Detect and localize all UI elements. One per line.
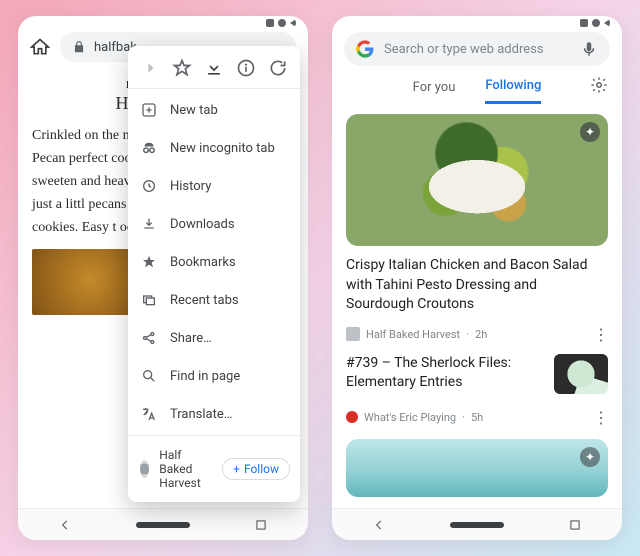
menu-label: Bookmarks bbox=[170, 255, 236, 270]
home-pill[interactable] bbox=[450, 522, 504, 528]
menu-translate[interactable]: Translate… bbox=[128, 395, 300, 433]
phone-right: Search or type web address For you Follo… bbox=[332, 16, 622, 540]
card-image[interactable]: ✦ bbox=[346, 439, 608, 497]
home-pill[interactable] bbox=[136, 522, 190, 528]
search-placeholder: Search or type web address bbox=[384, 42, 544, 57]
menu-incognito[interactable]: New incognito tab bbox=[128, 129, 300, 167]
system-nav-bar bbox=[332, 508, 622, 540]
menu-label: Downloads bbox=[170, 217, 235, 232]
overview-icon[interactable] bbox=[568, 518, 582, 532]
menu-label: New incognito tab bbox=[170, 141, 275, 156]
menu-label: Find in page bbox=[170, 369, 240, 384]
plus-icon bbox=[140, 101, 158, 119]
bookmark-star-icon bbox=[140, 253, 158, 271]
site-name: Half Baked Harvest bbox=[159, 448, 212, 490]
card-title: #739 – The Sherlock Files: Elementary En… bbox=[346, 354, 544, 393]
tab-for-you[interactable]: For you bbox=[413, 80, 456, 103]
share-icon bbox=[140, 329, 158, 347]
menu-find[interactable]: Find in page bbox=[128, 357, 300, 395]
menu-label: Translate… bbox=[170, 407, 232, 422]
menu-share[interactable]: Share… bbox=[128, 319, 300, 357]
plus-small-icon: + bbox=[233, 462, 240, 476]
overflow-menu: New tab New incognito tab History Downlo… bbox=[128, 46, 300, 502]
incognito-icon bbox=[140, 139, 158, 157]
follow-label: Follow bbox=[244, 462, 279, 476]
save-pin-icon[interactable]: ✦ bbox=[580, 447, 600, 467]
card-source-row: What's Eric Playing · 5h ⋮ bbox=[346, 408, 608, 427]
gear-icon[interactable] bbox=[590, 76, 608, 94]
card-title[interactable]: Crispy Italian Chicken and Bacon Salad w… bbox=[346, 256, 608, 315]
lock-icon bbox=[72, 40, 86, 54]
home-icon[interactable] bbox=[30, 37, 50, 57]
source-age: 5h bbox=[471, 411, 483, 424]
translate-icon bbox=[140, 405, 158, 423]
menu-recent-tabs[interactable]: Recent tabs bbox=[128, 281, 300, 319]
forward-icon[interactable] bbox=[140, 58, 160, 78]
find-icon bbox=[140, 367, 158, 385]
save-pin-icon[interactable]: ✦ bbox=[580, 122, 600, 142]
feed-tabs: For you Following bbox=[332, 68, 622, 104]
source-age: 2h bbox=[475, 328, 487, 341]
recent-tabs-icon bbox=[140, 291, 158, 309]
menu-history[interactable]: History bbox=[128, 167, 300, 205]
tab-following[interactable]: Following bbox=[485, 78, 541, 104]
site-favicon-icon bbox=[140, 460, 149, 478]
mic-icon[interactable] bbox=[580, 40, 598, 58]
info-icon[interactable] bbox=[236, 58, 256, 78]
card-row[interactable]: #739 – The Sherlock Files: Elementary En… bbox=[346, 354, 608, 394]
feed: ✦ Crispy Italian Chicken and Bacon Salad… bbox=[332, 104, 622, 497]
status-bar bbox=[332, 16, 622, 24]
source-name: What's Eric Playing bbox=[364, 411, 456, 424]
download-icon[interactable] bbox=[204, 58, 224, 78]
star-icon[interactable] bbox=[172, 58, 192, 78]
menu-bookmarks[interactable]: Bookmarks bbox=[128, 243, 300, 281]
status-bar bbox=[18, 16, 308, 24]
source-favicon-icon bbox=[346, 327, 360, 341]
card-thumb bbox=[554, 354, 608, 394]
system-nav-bar bbox=[18, 508, 308, 540]
follow-button[interactable]: + Follow bbox=[222, 458, 290, 480]
menu-label: Recent tabs bbox=[170, 293, 239, 308]
overview-icon[interactable] bbox=[254, 518, 268, 532]
menu-downloads[interactable]: Downloads bbox=[128, 205, 300, 243]
phone-left: halfbak H A L F H A R Crinkled on the mi… bbox=[18, 16, 308, 540]
menu-label: New tab bbox=[170, 103, 218, 118]
source-favicon-icon bbox=[346, 411, 358, 423]
card-overflow-icon[interactable]: ⋮ bbox=[593, 408, 608, 427]
menu-label: History bbox=[170, 179, 211, 194]
download-small-icon bbox=[140, 215, 158, 233]
menu-follow-row: Half Baked Harvest + Follow bbox=[128, 438, 300, 502]
card-overflow-icon[interactable]: ⋮ bbox=[593, 325, 608, 344]
search-input[interactable]: Search or type web address bbox=[344, 32, 610, 66]
search-bar-row: Search or type web address bbox=[332, 24, 622, 68]
source-name: Half Baked Harvest bbox=[366, 328, 460, 341]
refresh-icon[interactable] bbox=[268, 58, 288, 78]
history-icon bbox=[140, 177, 158, 195]
card-image[interactable]: ✦ bbox=[346, 114, 608, 246]
card-source-row: Half Baked Harvest · 2h ⋮ bbox=[346, 325, 608, 344]
back-icon[interactable] bbox=[372, 518, 386, 532]
back-icon[interactable] bbox=[58, 518, 72, 532]
google-logo-icon bbox=[356, 40, 374, 58]
menu-label: Share… bbox=[170, 331, 212, 346]
menu-new-tab[interactable]: New tab bbox=[128, 91, 300, 129]
